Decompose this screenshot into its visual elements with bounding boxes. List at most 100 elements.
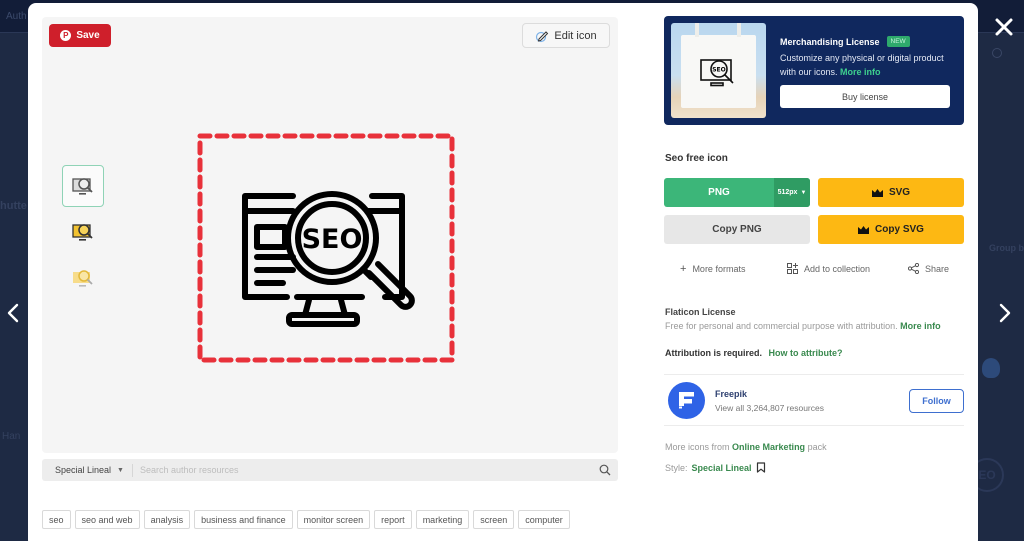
author-avatar[interactable]: [668, 382, 705, 419]
author-search-bar: Special Lineal ▼: [42, 459, 618, 481]
tag-item[interactable]: seo: [42, 510, 71, 529]
attribution-text: Attribution is required.: [665, 348, 763, 358]
banner-title: Merchandising License NEW: [780, 36, 910, 47]
save-label: Save: [76, 30, 100, 41]
style-dropdown-value: Special Lineal: [55, 465, 112, 475]
author-name-link[interactable]: Freepik: [715, 389, 747, 399]
size-value: 512px: [777, 189, 798, 196]
seo-text: SEO: [302, 224, 363, 255]
divider: [664, 374, 964, 375]
next-arrow-button[interactable]: [994, 302, 1014, 324]
tag-item[interactable]: analysis: [143, 510, 191, 529]
caret-down-icon: ▼: [800, 189, 807, 196]
crown-premium-icon: [858, 225, 870, 234]
chevron-left-icon: [7, 303, 19, 323]
thumbnail-yellow-flat[interactable]: [62, 257, 104, 299]
collection-add-icon: [787, 263, 798, 274]
bag-handle: [695, 23, 699, 37]
icon-preview-area: P Save Edit icon SEO: [42, 17, 618, 453]
share-label: Share: [925, 263, 950, 274]
copy-svg-button[interactable]: Copy SVG: [818, 215, 964, 244]
svg-label: SVG: [888, 187, 911, 198]
freepik-logo-icon: [679, 392, 694, 409]
style-prefix: Style:: [665, 462, 688, 473]
search-icon: [599, 464, 611, 476]
background-topbar-text: Auth: [6, 11, 27, 22]
license-description-text: Free for personal and commercial purpose…: [665, 321, 898, 331]
tag-item[interactable]: business and finance: [194, 510, 293, 529]
background-text-fragment: Han: [2, 431, 21, 442]
background-text-fragment: Group b: [989, 243, 1024, 253]
pack-info: More icons from Online Marketing pack: [665, 442, 827, 452]
share-icon: [908, 263, 919, 274]
crown-premium-icon: [871, 188, 883, 197]
tag-item[interactable]: computer: [518, 510, 570, 529]
chevron-right-icon: [999, 303, 1011, 323]
svg-text:SEO: SEO: [712, 67, 726, 74]
pinterest-save-button[interactable]: P Save: [49, 24, 111, 47]
author-resources-link[interactable]: View all 3,264,807 resources: [715, 403, 824, 413]
download-svg-button[interactable]: SVG: [818, 178, 964, 207]
copy-png-button[interactable]: Copy PNG: [664, 215, 810, 244]
license-title: Flaticon License: [665, 307, 736, 317]
share-button[interactable]: Share: [908, 263, 949, 274]
how-to-attribute-link[interactable]: How to attribute?: [769, 348, 843, 358]
size-dropdown[interactable]: 512px ▼: [774, 178, 810, 207]
pinterest-icon: P: [60, 30, 72, 41]
variant-thumbnails: [62, 165, 104, 303]
divider: [664, 425, 964, 426]
png-label: PNG: [708, 187, 730, 198]
tag-item[interactable]: marketing: [415, 510, 470, 529]
attribution-notice: Attribution is required. How to attribut…: [665, 348, 843, 358]
tag-item[interactable]: seo and web: [74, 510, 140, 529]
previous-arrow-button[interactable]: [4, 302, 24, 324]
plus-icon: +: [680, 263, 687, 275]
style-dropdown[interactable]: Special Lineal ▼: [42, 465, 132, 475]
author-search-input[interactable]: [132, 465, 592, 475]
bag-handle: [737, 23, 741, 37]
tag-list: seo seo and web analysis business and fi…: [42, 510, 570, 529]
tag-item[interactable]: report: [374, 510, 412, 529]
copy-svg-label: Copy SVG: [875, 224, 924, 235]
pack-link[interactable]: Online Marketing: [732, 442, 805, 452]
pack-suffix: pack: [807, 442, 827, 452]
background-text-fragment: hutte: [0, 200, 27, 212]
follow-button[interactable]: Follow: [909, 389, 964, 413]
add-to-collection-button[interactable]: Add to collection: [787, 263, 870, 274]
seo-monitor-magnifier-icon: SEO: [197, 133, 455, 363]
search-button[interactable]: [592, 459, 618, 481]
background-search-icon: [992, 48, 1002, 58]
tag-item[interactable]: screen: [473, 510, 515, 529]
icon-title: Seo free icon: [665, 153, 728, 164]
add-to-collection-label: Add to collection: [804, 263, 871, 274]
download-png-button[interactable]: PNG 512px ▼: [664, 178, 810, 207]
seo-monitor-thumbnail-icon: [72, 178, 93, 195]
buy-license-button[interactable]: Buy license: [780, 85, 950, 108]
bookmark-icon[interactable]: [756, 462, 766, 473]
edit-icon-button[interactable]: Edit icon: [522, 23, 610, 48]
license-more-info-link[interactable]: More info: [900, 321, 941, 331]
close-icon: [995, 18, 1013, 36]
tote-bag: SEO: [681, 23, 756, 108]
license-description: Free for personal and commercial purpose…: [665, 321, 941, 331]
close-button[interactable]: [993, 16, 1015, 38]
thumbnail-yellow-filled[interactable]: [62, 211, 104, 253]
banner-title-text: Merchandising License: [780, 36, 880, 47]
style-info: Style: Special Lineal: [665, 462, 766, 473]
pencil-icon: [536, 30, 549, 42]
thumbnail-black-outline[interactable]: [62, 165, 104, 207]
tote-bag-image: SEO: [671, 23, 766, 118]
pack-prefix: More icons from: [665, 442, 730, 452]
background-avatar: [982, 358, 1000, 378]
main-icon-preview: SEO: [197, 133, 455, 363]
style-link[interactable]: Special Lineal: [692, 463, 752, 473]
edit-icon-label: Edit icon: [554, 29, 597, 42]
more-formats-button[interactable]: + More formats: [680, 263, 745, 275]
banner-description: Customize any physical or digital produc…: [780, 51, 960, 79]
seo-monitor-thumbnail-icon: [73, 270, 93, 287]
seo-bag-print-icon: SEO: [700, 59, 734, 87]
caret-down-icon: ▼: [117, 466, 124, 474]
icon-detail-modal: P Save Edit icon SEO Special Lineal ▼ Se…: [28, 3, 978, 541]
tag-item[interactable]: monitor screen: [296, 510, 371, 529]
banner-more-info-link[interactable]: More info: [840, 67, 881, 77]
